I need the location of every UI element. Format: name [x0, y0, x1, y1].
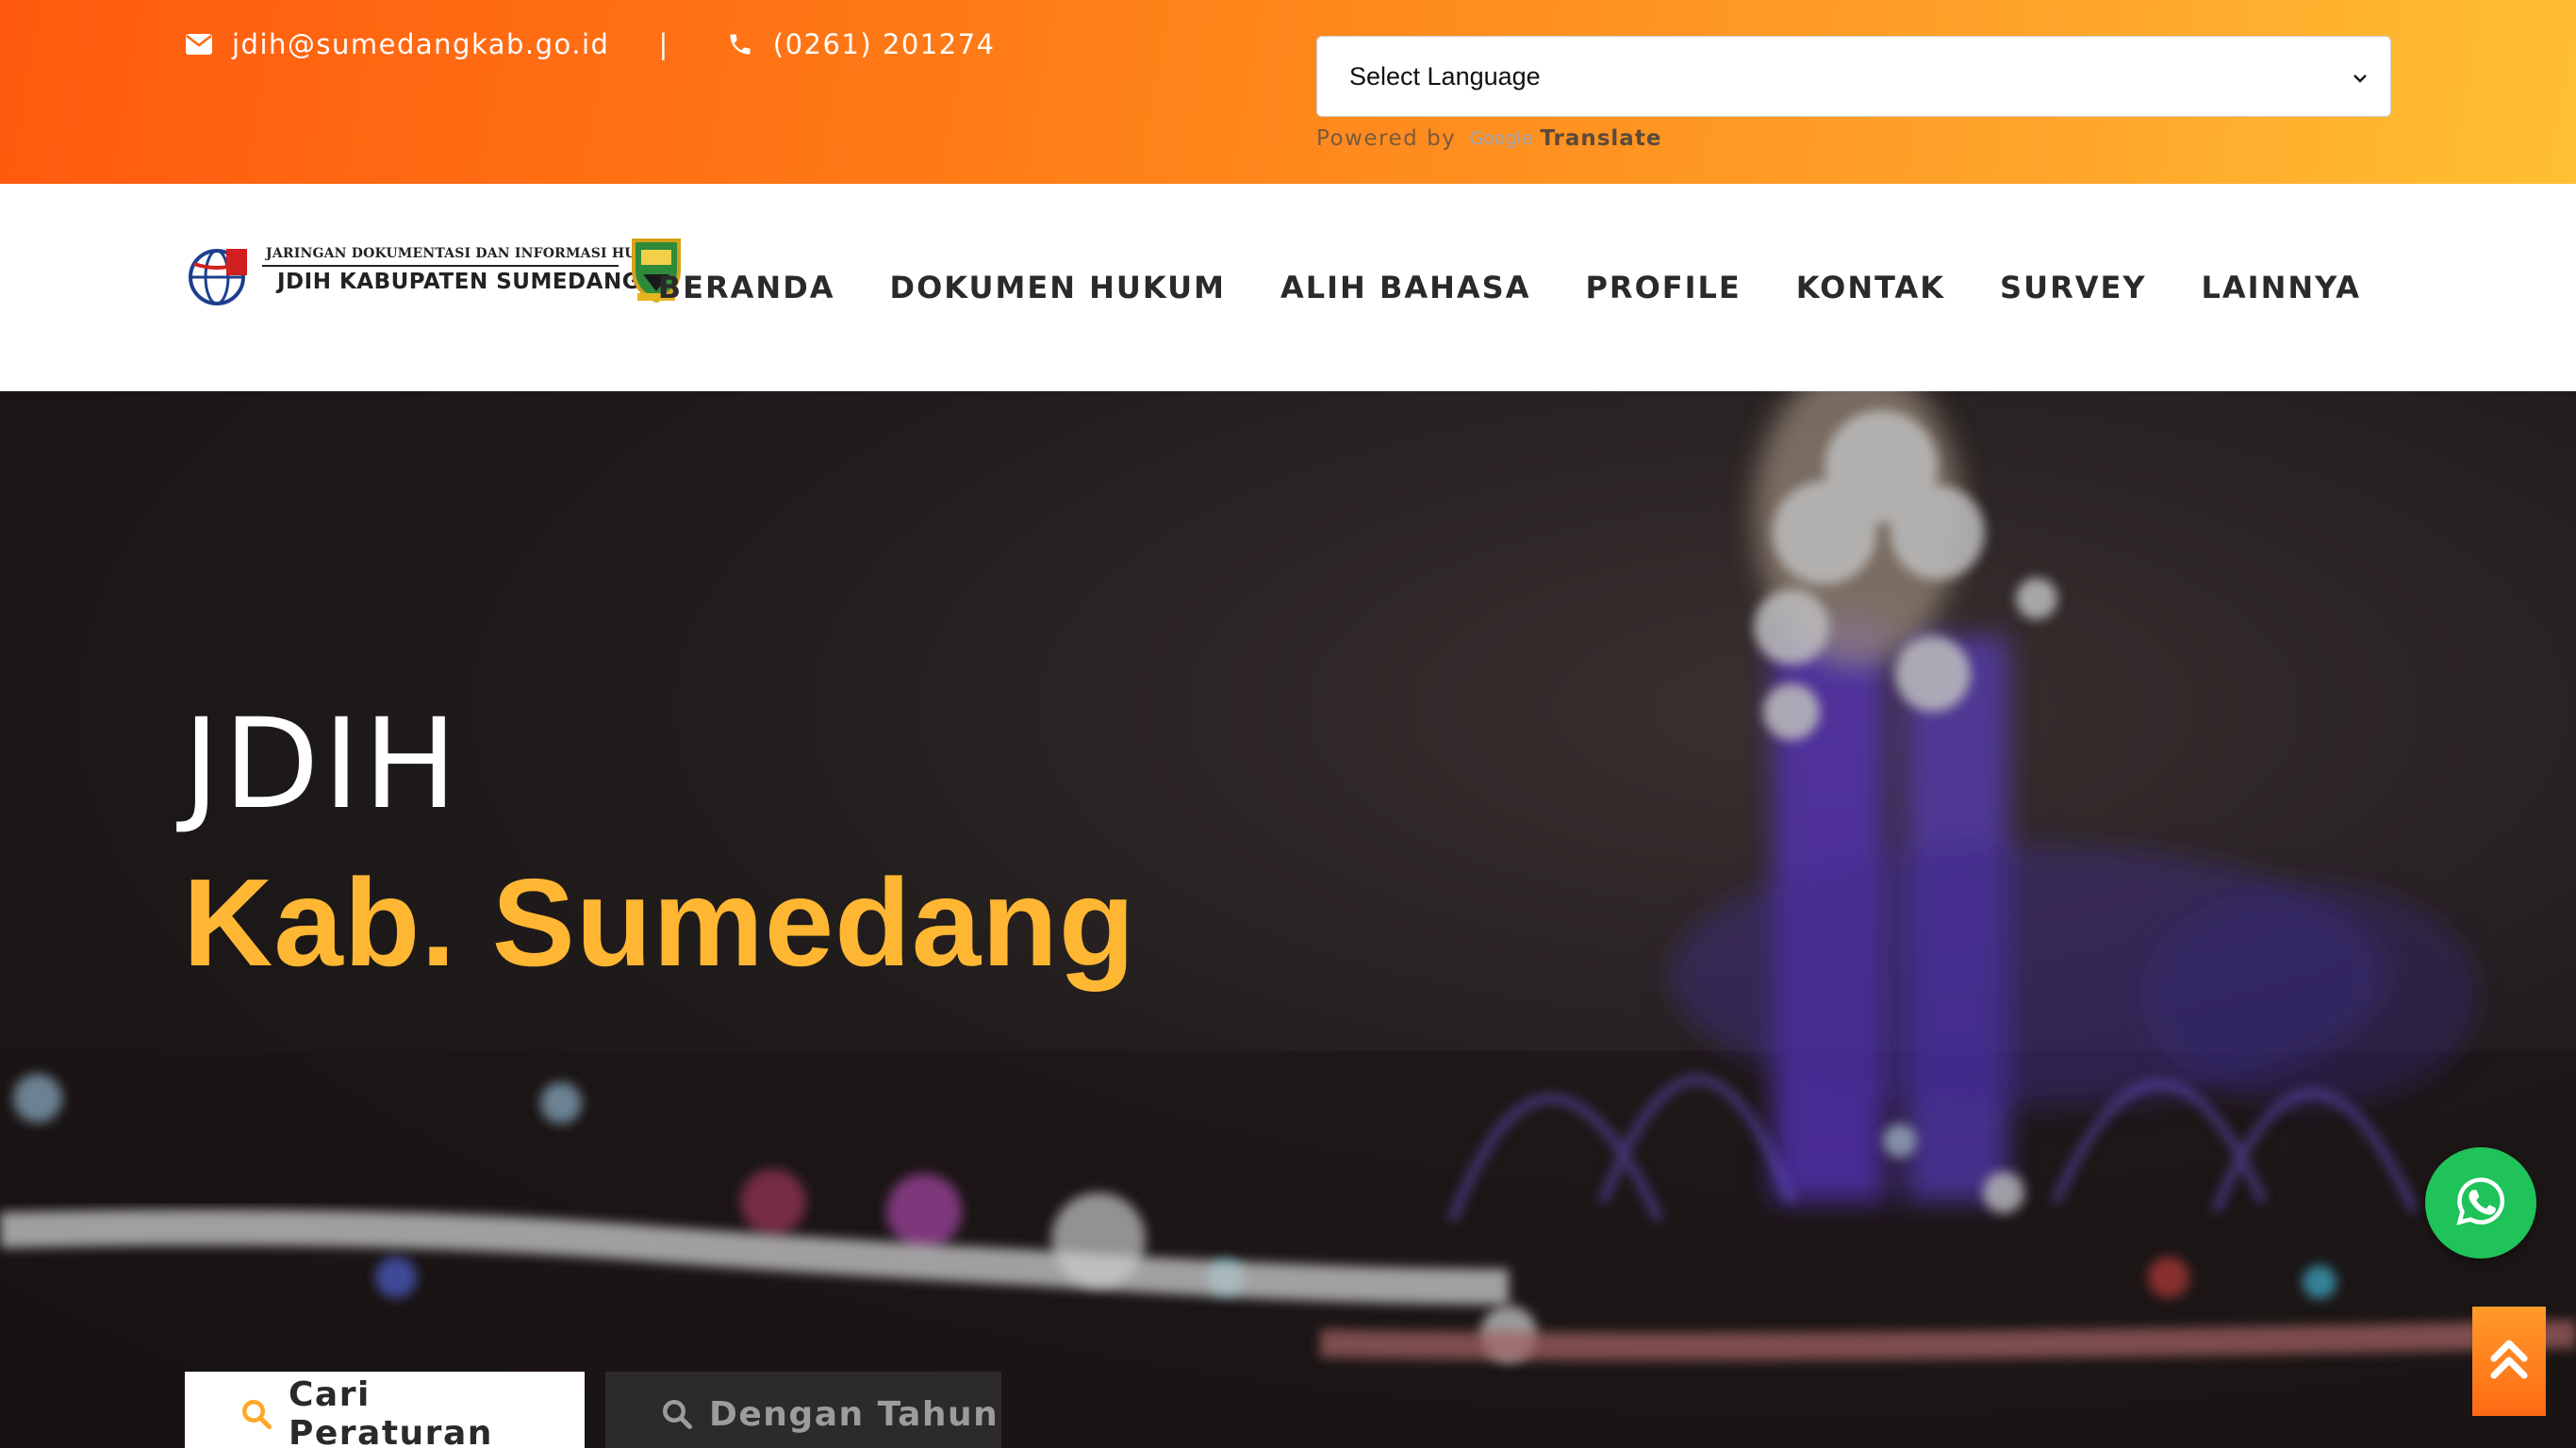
- double-chevron-up-icon: [2488, 1336, 2530, 1388]
- top-contact-bar: jdih@sumedangkab.go.id | (0261) 201274 S…: [0, 0, 2576, 184]
- hero-banner: JDIH Kab. Sumedang Cari Peraturan Dengan…: [0, 391, 2576, 1448]
- logo-title: JDIH KABUPATEN SUMEDANG: [277, 270, 641, 294]
- hero-title: JDIH: [183, 692, 461, 837]
- nav-beranda[interactable]: BERANDA: [658, 270, 835, 305]
- logo-divider: [262, 265, 619, 267]
- powered-by-prefix: Powered by: [1316, 126, 1457, 151]
- hero-subtitle: Kab. Sumedang: [183, 853, 1136, 992]
- contact-info: jdih@sumedangkab.go.id | (0261) 201274: [185, 28, 996, 60]
- chevron-down-icon: [2351, 65, 2370, 94]
- whatsapp-button[interactable]: [2425, 1147, 2536, 1259]
- back-to-top-button[interactable]: [2472, 1307, 2546, 1416]
- tab-cari-peraturan-label: Cari Peraturan: [289, 1375, 493, 1448]
- main-header: JARINGAN DOKUMENTASI DAN INFORMASI HUKUM…: [0, 184, 2576, 391]
- search-icon: [239, 1397, 273, 1431]
- main-navigation: BERANDA DOKUMEN HUKUM ALIH BAHASA PROFIL…: [658, 270, 2361, 305]
- contact-phone[interactable]: (0261) 201274: [773, 28, 996, 60]
- envelope-icon: [185, 30, 213, 58]
- nav-dokumen-hukum[interactable]: DOKUMEN HUKUM: [890, 270, 1226, 305]
- contact-email[interactable]: jdih@sumedangkab.go.id: [232, 28, 609, 60]
- nav-survey[interactable]: SURVEY: [2000, 270, 2146, 305]
- nav-profile[interactable]: PROFILE: [1585, 270, 1741, 305]
- language-select[interactable]: Select Language: [1316, 36, 2391, 117]
- tab-dengan-tahun[interactable]: Dengan Tahun: [605, 1372, 1001, 1448]
- search-icon: [660, 1397, 694, 1431]
- phone-icon: [726, 30, 754, 58]
- tab-cari-peraturan[interactable]: Cari Peraturan: [185, 1372, 585, 1448]
- logo-subtitle: JARINGAN DOKUMENTASI DAN INFORMASI HUKUM: [266, 246, 674, 261]
- nav-lainnya[interactable]: LAINNYA: [2202, 270, 2362, 305]
- nav-alih-bahasa[interactable]: ALIH BAHASA: [1280, 270, 1531, 305]
- contact-separator: |: [658, 28, 669, 60]
- globe-logo-icon: [189, 249, 247, 305]
- google-logo[interactable]: Google: [1469, 128, 1532, 149]
- powered-by-google-translate: Powered by Google Translate: [1316, 126, 1661, 151]
- language-select-value: Select Language: [1349, 61, 1541, 90]
- whatsapp-icon: [2452, 1173, 2509, 1234]
- site-logo[interactable]: JARINGAN DOKUMENTASI DAN INFORMASI HUKUM…: [187, 239, 696, 316]
- translate-link[interactable]: Translate: [1540, 126, 1661, 151]
- tab-dengan-tahun-label: Dengan Tahun: [709, 1394, 999, 1434]
- nav-kontak[interactable]: KONTAK: [1796, 270, 1945, 305]
